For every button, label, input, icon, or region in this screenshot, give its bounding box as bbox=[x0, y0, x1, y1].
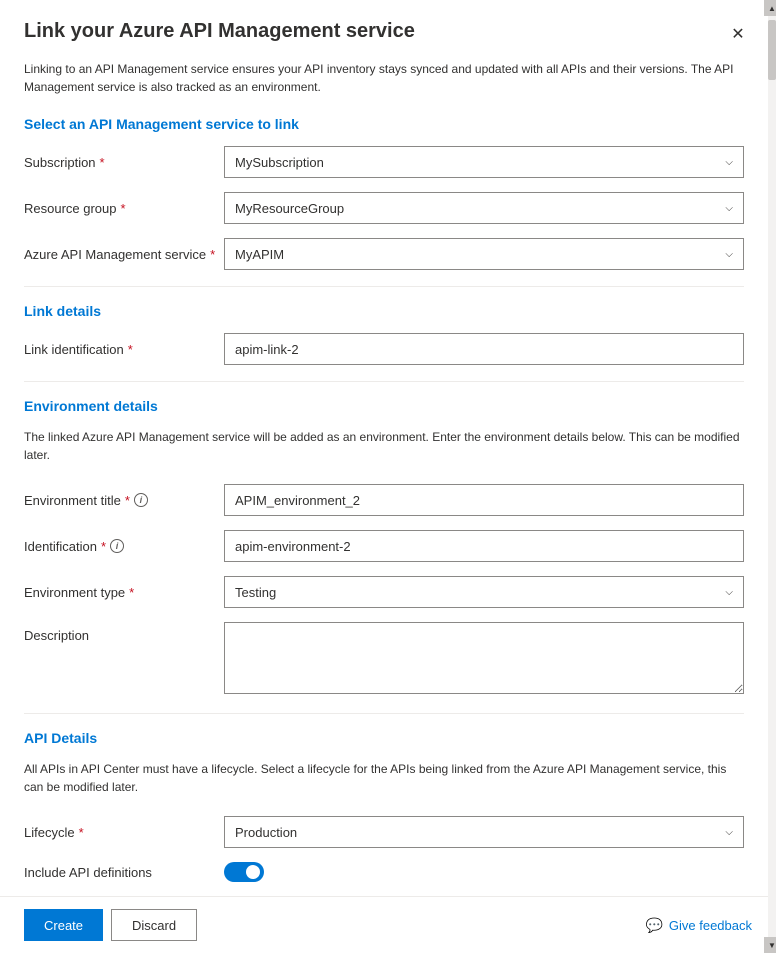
section-env-details-title: Environment details bbox=[24, 398, 744, 414]
env-type-row: Environment type * Testing ⌵ bbox=[24, 576, 744, 608]
include-api-row: Include API definitions bbox=[24, 862, 744, 882]
apim-service-chevron: ⌵ bbox=[725, 249, 733, 260]
lifecycle-label: Lifecycle * bbox=[24, 825, 224, 840]
link-id-required: * bbox=[128, 342, 133, 357]
scrollbar[interactable]: ▲ ▼ bbox=[768, 0, 776, 953]
lifecycle-control: Production ⌵ bbox=[224, 816, 744, 848]
link-id-row: Link identification * bbox=[24, 333, 744, 365]
description-control bbox=[224, 622, 744, 697]
identification-input[interactable] bbox=[224, 530, 744, 562]
include-api-label: Include API definitions bbox=[24, 865, 224, 880]
include-api-toggle-container bbox=[224, 862, 744, 882]
description-row: Description bbox=[24, 622, 744, 697]
toggle-thumb bbox=[246, 865, 260, 879]
lifecycle-select[interactable]: Production ⌵ bbox=[224, 816, 744, 848]
link-id-control bbox=[224, 333, 744, 365]
description-label: Description bbox=[24, 622, 224, 643]
subscription-value: MySubscription bbox=[235, 155, 324, 170]
subscription-select[interactable]: MySubscription ⌵ bbox=[224, 146, 744, 178]
env-title-info-icon[interactable]: i bbox=[134, 493, 148, 507]
subscription-required: * bbox=[100, 155, 105, 170]
identification-required: * bbox=[101, 539, 106, 554]
link-apim-dialog: ▲ ▼ Link your Azure API Management servi… bbox=[0, 0, 776, 953]
env-type-required: * bbox=[129, 585, 134, 600]
divider-3 bbox=[24, 713, 744, 714]
apim-service-required: * bbox=[210, 247, 215, 262]
divider-1 bbox=[24, 286, 744, 287]
identification-control bbox=[224, 530, 744, 562]
resource-group-label: Resource group * bbox=[24, 201, 224, 216]
close-button[interactable]: ✕ bbox=[724, 20, 752, 48]
feedback-label: Give feedback bbox=[669, 918, 752, 933]
env-title-row: Environment title * i bbox=[24, 484, 744, 516]
scroll-up-arrow[interactable]: ▲ bbox=[764, 0, 776, 16]
resource-group-select[interactable]: MyResourceGroup ⌵ bbox=[224, 192, 744, 224]
section-api-details-title: API Details bbox=[24, 730, 744, 746]
apim-service-control: MyAPIM ⌵ bbox=[224, 238, 744, 270]
identification-label: Identification * i bbox=[24, 539, 224, 554]
lifecycle-required: * bbox=[79, 825, 84, 840]
identification-row: Identification * i bbox=[24, 530, 744, 562]
dialog-body: Linking to an API Management service ens… bbox=[0, 60, 776, 896]
env-title-input[interactable] bbox=[224, 484, 744, 516]
env-type-label: Environment type * bbox=[24, 585, 224, 600]
apim-service-value: MyAPIM bbox=[235, 247, 284, 262]
subscription-row: Subscription * MySubscription ⌵ bbox=[24, 146, 744, 178]
apim-service-select[interactable]: MyAPIM ⌵ bbox=[224, 238, 744, 270]
env-type-select[interactable]: Testing ⌵ bbox=[224, 576, 744, 608]
feedback-link[interactable]: 💬 Give feedback bbox=[645, 917, 752, 934]
link-id-input[interactable] bbox=[224, 333, 744, 365]
section-link-details-title: Link details bbox=[24, 303, 744, 319]
description-textarea[interactable] bbox=[224, 622, 744, 694]
footer-actions: Create Discard bbox=[24, 909, 197, 941]
dialog-title: Link your Azure API Management service bbox=[24, 20, 724, 43]
env-title-required: * bbox=[125, 493, 130, 508]
link-id-label: Link identification * bbox=[24, 342, 224, 357]
feedback-icon: 💬 bbox=[645, 917, 662, 934]
intro-text: Linking to an API Management service ens… bbox=[24, 60, 744, 96]
env-title-control bbox=[224, 484, 744, 516]
include-api-control bbox=[224, 862, 744, 882]
env-type-control: Testing ⌵ bbox=[224, 576, 744, 608]
apim-service-row: Azure API Management service * MyAPIM ⌵ bbox=[24, 238, 744, 270]
close-icon: ✕ bbox=[731, 24, 744, 44]
identification-info-icon[interactable]: i bbox=[110, 539, 124, 553]
subscription-chevron: ⌵ bbox=[725, 157, 733, 168]
dialog-header: Link your Azure API Management service ✕ bbox=[0, 0, 776, 60]
create-button[interactable]: Create bbox=[24, 909, 103, 941]
include-api-toggle[interactable] bbox=[224, 862, 264, 882]
api-details-description: All APIs in API Center must have a lifec… bbox=[24, 760, 744, 796]
env-title-label: Environment title * i bbox=[24, 493, 224, 508]
section-select-service-title: Select an API Management service to link bbox=[24, 116, 744, 132]
env-details-description: The linked Azure API Management service … bbox=[24, 428, 744, 464]
scroll-down-arrow[interactable]: ▼ bbox=[764, 937, 776, 953]
apim-service-label: Azure API Management service * bbox=[24, 247, 224, 262]
lifecycle-row: Lifecycle * Production ⌵ bbox=[24, 816, 744, 848]
resource-group-control: MyResourceGroup ⌵ bbox=[224, 192, 744, 224]
subscription-label: Subscription * bbox=[24, 155, 224, 170]
dialog-footer: Create Discard 💬 Give feedback bbox=[0, 896, 776, 953]
resource-group-required: * bbox=[121, 201, 126, 216]
discard-button[interactable]: Discard bbox=[111, 909, 197, 941]
resource-group-row: Resource group * MyResourceGroup ⌵ bbox=[24, 192, 744, 224]
lifecycle-value: Production bbox=[235, 825, 297, 840]
env-type-value: Testing bbox=[235, 585, 276, 600]
subscription-control: MySubscription ⌵ bbox=[224, 146, 744, 178]
resource-group-value: MyResourceGroup bbox=[235, 201, 344, 216]
env-type-chevron: ⌵ bbox=[725, 587, 733, 598]
scroll-thumb[interactable] bbox=[768, 20, 776, 80]
lifecycle-chevron: ⌵ bbox=[725, 827, 733, 838]
divider-2 bbox=[24, 381, 744, 382]
resource-group-chevron: ⌵ bbox=[725, 203, 733, 214]
